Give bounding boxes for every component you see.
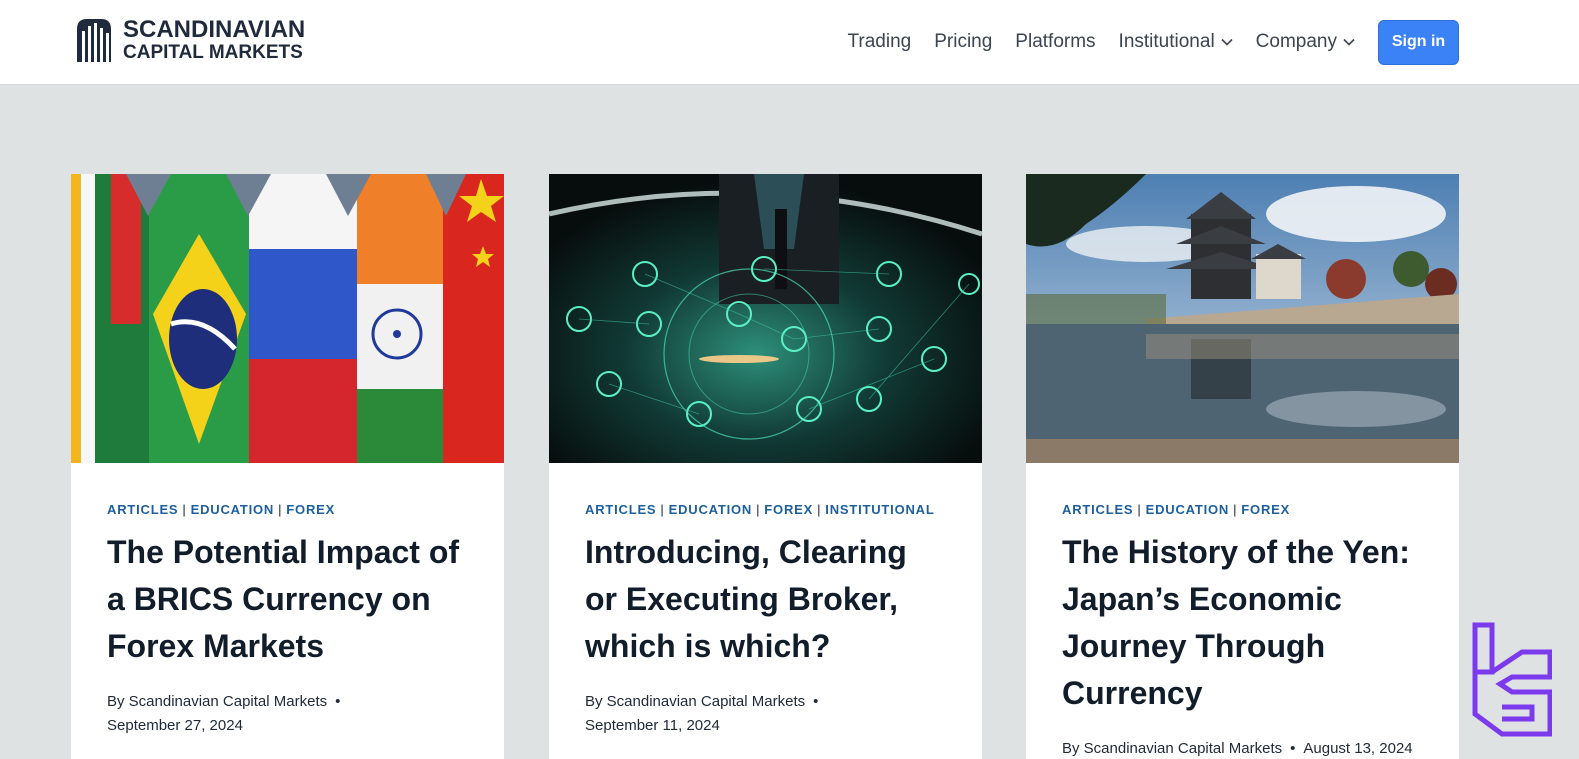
category-separator: |	[660, 502, 665, 517]
category-link[interactable]: EDUCATION	[191, 502, 275, 517]
post-title[interactable]: The Potential Impact of a BRICS Currency…	[107, 529, 468, 670]
chevron-down-icon	[1221, 38, 1233, 46]
post-card[interactable]: ARTICLES | EDUCATION | FOREX | INSTITUTIONAL I…	[549, 174, 982, 759]
category-link[interactable]: ARTICLES	[107, 502, 178, 517]
network-globe-illustration	[549, 174, 982, 463]
post-date: September 11, 2024	[585, 717, 720, 734]
nav-label: Company	[1255, 31, 1337, 52]
post-meta: By Scandinavian Capital Markets • Septemb…	[585, 690, 946, 738]
post-date: August 13, 2024	[1303, 740, 1413, 757]
category-link[interactable]: EDUCATION	[669, 502, 753, 517]
category-separator: |	[1137, 502, 1142, 517]
post-categories: ARTICLES | EDUCATION | FOREX	[1062, 502, 1423, 517]
post-image-japanese-castle[interactable]	[1026, 174, 1459, 463]
category-separator: |	[817, 502, 822, 517]
category-link[interactable]: EDUCATION	[1146, 502, 1230, 517]
post-author[interactable]: By Scandinavian Capital Markets	[585, 693, 805, 710]
category-link[interactable]: ARTICLES	[1062, 502, 1133, 517]
post-card[interactable]: ARTICLES | EDUCATION | FOREX The History of …	[1026, 174, 1459, 759]
post-title[interactable]: The History of the Yen: Japan’s Economic…	[1062, 529, 1423, 717]
nav-item-platforms[interactable]: Platforms	[1015, 31, 1095, 53]
nav-label: Platforms	[1015, 31, 1096, 52]
meta-separator: •	[1290, 740, 1296, 757]
nav-label: Pricing	[934, 31, 993, 52]
nav-item-trading[interactable]: Trading	[848, 31, 912, 53]
sign-in-button[interactable]: Sign in	[1378, 19, 1459, 65]
nav-item-company[interactable]: Company	[1256, 31, 1355, 53]
logo-bars-icon	[77, 19, 111, 62]
category-link[interactable]: FOREX	[1241, 502, 1290, 517]
chevron-down-icon	[1343, 38, 1355, 46]
post-categories: ARTICLES | EDUCATION | FOREX | INSTITUTIONAL	[585, 502, 946, 517]
meta-separator: •	[335, 693, 341, 710]
brand-wordmark: SCANDINAVIAN CAPITAL MARKETS	[123, 15, 306, 63]
category-separator: |	[1233, 502, 1238, 517]
post-meta: By Scandinavian Capital Markets • Septemb…	[107, 690, 468, 738]
nav-label: Trading	[847, 31, 912, 52]
castle-illustration	[1026, 174, 1459, 463]
nav-item-institutional[interactable]: Institutional	[1119, 31, 1233, 53]
watermark-logo-icon	[1472, 622, 1552, 737]
flags-illustration	[71, 174, 504, 463]
brand-line2: CAPITAL MARKETS	[123, 41, 303, 63]
category-separator: |	[756, 502, 761, 517]
post-meta: By Scandinavian Capital Markets • August 1…	[1062, 737, 1423, 759]
nav-label: Institutional	[1118, 31, 1215, 52]
brand-line1: SCANDINAVIAN	[123, 15, 306, 43]
category-link[interactable]: FOREX	[764, 502, 813, 517]
post-image-network-globe[interactable]	[549, 174, 982, 463]
brand-logo[interactable]: SCANDINAVIAN CAPITAL MARKETS	[71, 17, 305, 62]
category-link[interactable]: FOREX	[286, 502, 335, 517]
site-header: SCANDINAVIAN CAPITAL MARKETS Trading Pri…	[0, 0, 1579, 85]
post-card[interactable]: ARTICLES | EDUCATION | FOREX The Potential I…	[71, 174, 504, 759]
post-author[interactable]: By Scandinavian Capital Markets	[107, 693, 327, 710]
category-separator: |	[182, 502, 187, 517]
post-author[interactable]: By Scandinavian Capital Markets	[1062, 740, 1282, 757]
main-nav: Trading Pricing Platforms Institutional …	[825, 0, 1459, 84]
post-categories: ARTICLES | EDUCATION | FOREX	[107, 502, 468, 517]
post-title[interactable]: Introducing, Clearing or Executing Broke…	[585, 529, 946, 670]
post-date: September 27, 2024	[107, 717, 243, 734]
category-link[interactable]: INSTITUTIONAL	[825, 502, 934, 517]
post-image-brics-flags[interactable]	[71, 174, 504, 463]
category-separator: |	[278, 502, 283, 517]
nav-item-pricing[interactable]: Pricing	[934, 31, 992, 53]
meta-separator: •	[813, 693, 819, 710]
category-link[interactable]: ARTICLES	[585, 502, 656, 517]
